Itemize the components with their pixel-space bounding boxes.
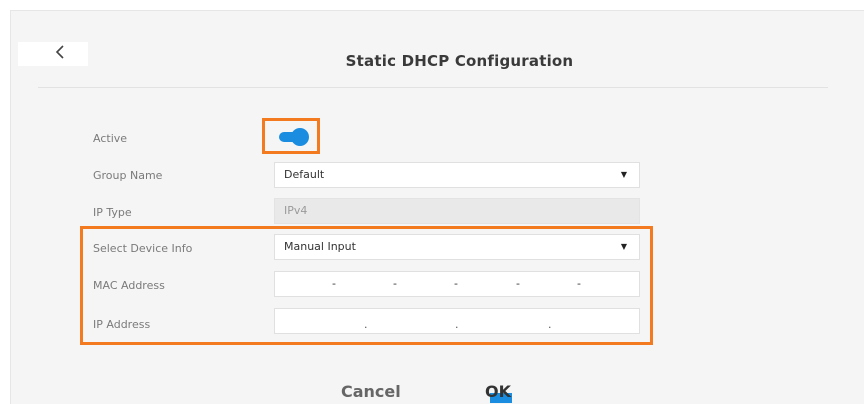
- ip-type-label: IP Type: [93, 206, 132, 219]
- ok-button[interactable]: OK: [485, 382, 511, 401]
- divider: [38, 87, 828, 88]
- active-toggle[interactable]: [279, 129, 308, 145]
- caret-down-icon: ▼: [620, 242, 627, 251]
- ip-separator: .: [455, 318, 459, 331]
- select-device-label: Select Device Info: [93, 242, 193, 255]
- select-device-select[interactable]: Manual Input ▼: [274, 234, 640, 260]
- mac-address-label: MAC Address: [93, 279, 165, 292]
- ip-address-label: IP Address: [93, 318, 151, 331]
- mac-address-input[interactable]: - - - - -: [274, 271, 640, 297]
- ip-type-field: IPv4: [274, 198, 640, 224]
- ip-address-input[interactable]: . . .: [274, 308, 640, 334]
- mac-separator: -: [516, 277, 520, 290]
- mac-separator: -: [577, 277, 581, 290]
- mac-separator: -: [332, 277, 336, 290]
- ip-separator: .: [548, 318, 552, 331]
- group-name-value: Default: [284, 168, 325, 181]
- group-name-select[interactable]: Default ▼: [274, 162, 640, 188]
- page-title: Static DHCP Configuration: [345, 52, 574, 70]
- cancel-button[interactable]: Cancel: [341, 382, 401, 401]
- toggle-knob: [292, 129, 308, 145]
- ip-type-value: IPv4: [284, 204, 308, 217]
- mac-separator: -: [393, 277, 397, 290]
- mac-separator: -: [454, 277, 458, 290]
- select-device-value: Manual Input: [284, 240, 356, 253]
- caret-down-icon: ▼: [620, 170, 627, 179]
- active-label: Active: [93, 132, 128, 145]
- ip-separator: .: [364, 318, 368, 331]
- group-name-label: Group Name: [93, 169, 163, 182]
- active-toggle-highlight: [262, 118, 320, 154]
